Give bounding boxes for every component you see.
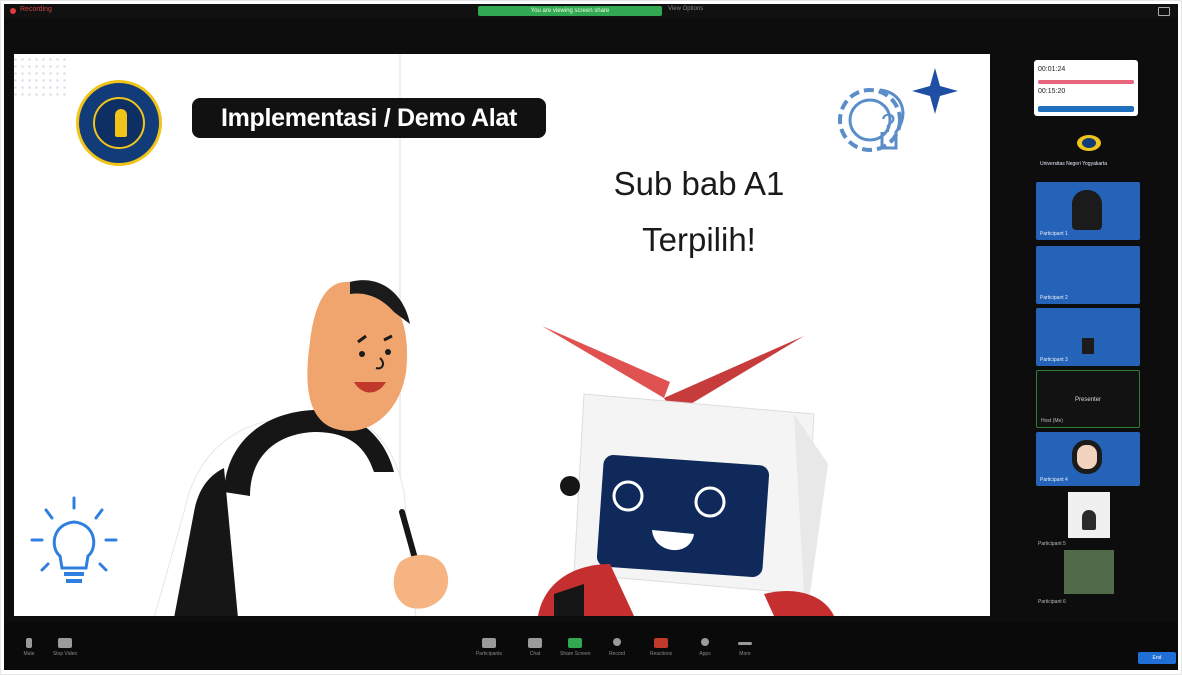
svg-text:?: ? xyxy=(881,108,895,138)
participant-name: Participant 1 xyxy=(1040,231,1068,237)
university-logo xyxy=(76,80,162,166)
more-button[interactable]: More xyxy=(730,638,760,660)
slide-subtitle: Sub bab A1 Terpilih! xyxy=(554,156,844,268)
logo-emblem xyxy=(93,97,145,149)
slide-title: Implementasi / Demo Alat xyxy=(192,98,546,138)
chat-button[interactable]: Chat xyxy=(520,638,550,660)
video-tile-4[interactable]: Participant 4 xyxy=(1036,432,1140,486)
stats-row-2: 00:15:20 xyxy=(1038,88,1066,95)
share-screen-button[interactable]: Share Screen xyxy=(560,638,591,660)
video-tile-1[interactable]: Participant 1 xyxy=(1036,182,1140,240)
participant-avatar xyxy=(1082,338,1094,354)
student-illustration xyxy=(154,280,449,616)
university-logo-icon xyxy=(1077,135,1101,151)
video-tile-3[interactable]: Participant 3 xyxy=(1036,308,1140,366)
end-meeting-button[interactable]: End xyxy=(1138,652,1176,664)
shared-slide: Implementasi / Demo Alat Sub bab A1 Terp… xyxy=(14,54,990,616)
video-tile-5[interactable]: Participant 5 xyxy=(1036,492,1140,548)
sparkle-icon xyxy=(912,68,958,114)
participant-avatar xyxy=(1072,440,1102,474)
video-tile-logo[interactable]: Universitas Negeri Yogyakarta xyxy=(1036,126,1140,170)
stats-row-1: 00:01:24 xyxy=(1038,66,1066,73)
participants-button[interactable]: Participants xyxy=(474,638,504,660)
recording-label: Recording xyxy=(20,6,52,13)
screen-share-banner[interactable]: You are viewing screen share xyxy=(478,6,662,16)
share-screen-icon xyxy=(568,638,582,648)
video-tile-2[interactable]: Participant 2 xyxy=(1036,246,1140,304)
apps-icon xyxy=(701,638,709,646)
robot-illustration xyxy=(538,326,834,616)
more-icon xyxy=(738,642,752,645)
participant-name: Participant 2 xyxy=(1040,295,1068,301)
stats-widget: 00:01:24 00:15:20 xyxy=(1034,60,1138,116)
apps-button[interactable]: Apps xyxy=(690,638,720,660)
chat-icon xyxy=(528,638,542,648)
participant-avatar xyxy=(1082,510,1096,530)
mute-button[interactable]: Mute xyxy=(14,638,44,660)
participant-video xyxy=(1064,550,1114,594)
participant-video xyxy=(1068,492,1110,538)
reactions-button[interactable]: Reactions xyxy=(646,638,676,660)
participants-icon xyxy=(482,638,496,648)
dot-pattern xyxy=(14,56,68,100)
meeting-toolbar: Mute Stop Video Participants Chat Share … xyxy=(4,622,1178,670)
participant-name: Participant 3 xyxy=(1040,357,1068,363)
subtitle-line-2: Terpilih! xyxy=(642,221,756,258)
video-tile-presenter[interactable]: Presenter Host (Me) xyxy=(1036,370,1140,428)
fullscreen-icon[interactable] xyxy=(1158,7,1170,16)
logo-torch-icon xyxy=(115,109,127,137)
video-camera-icon xyxy=(58,638,72,648)
reactions-icon xyxy=(654,638,668,648)
record-icon xyxy=(613,638,621,646)
record-button[interactable]: Record xyxy=(602,638,632,660)
presenter-label: Presenter xyxy=(1074,397,1101,403)
participant-name: Participant 4 xyxy=(1040,477,1068,483)
presenter-caption: Host (Me) xyxy=(1041,418,1063,424)
microphone-icon xyxy=(26,638,32,648)
stats-bar-1 xyxy=(1038,80,1134,84)
tile-caption: Universitas Negeri Yogyakarta xyxy=(1040,161,1107,167)
view-options-button[interactable]: View Options xyxy=(668,6,703,12)
lightbulb-icon xyxy=(30,496,118,583)
stop-video-button[interactable]: Stop Video xyxy=(50,638,80,660)
participant-avatar xyxy=(1072,190,1102,230)
participant-sidebar: 00:01:24 00:15:20 Universitas Negeri Yog… xyxy=(1030,54,1146,616)
participant-name: Participant 5 xyxy=(1038,541,1066,547)
top-bar: Recording You are viewing screen share V… xyxy=(4,4,1178,18)
recording-icon xyxy=(10,8,16,14)
subtitle-line-1: Sub bab A1 xyxy=(613,165,785,202)
stats-bar-2 xyxy=(1038,106,1134,112)
participant-name: Participant 6 xyxy=(1038,599,1066,605)
video-tile-6[interactable]: Participant 6 xyxy=(1036,550,1140,606)
